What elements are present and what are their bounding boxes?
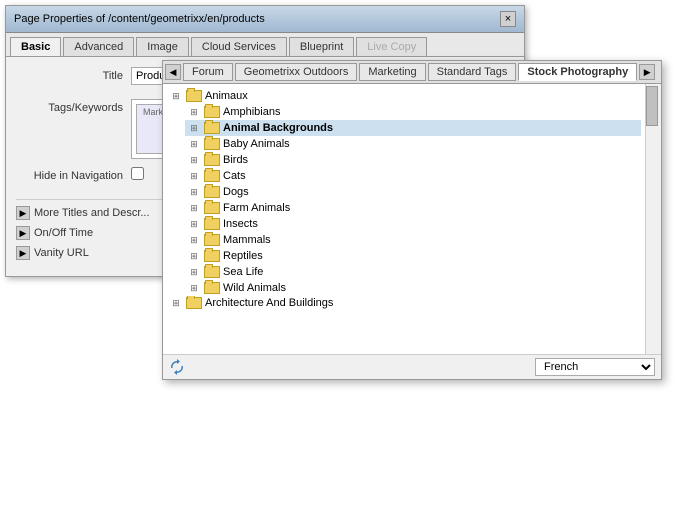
- tree-item-insects[interactable]: ⊞ Insects: [185, 216, 641, 232]
- tab-live-copy: Live Copy: [356, 37, 427, 56]
- tree-label-farm-animals: Farm Animals: [223, 202, 290, 214]
- language-selector: French English German Spanish: [535, 358, 655, 376]
- dialog-title: Page Properties of /content/geometrixx/e…: [14, 13, 265, 25]
- tree-label-animal-backgrounds: Animal Backgrounds: [223, 122, 333, 134]
- vanity-url-label: Vanity URL: [34, 247, 89, 259]
- tree-label-mammals: Mammals: [223, 234, 271, 246]
- tree-item-wild-animals[interactable]: ⊞ Wild Animals: [185, 280, 641, 296]
- tree-label-architecture: Architecture And Buildings: [205, 297, 333, 309]
- tree-item-amphibians[interactable]: ⊞ Amphibians: [185, 104, 641, 120]
- tree-label-insects: Insects: [223, 218, 258, 230]
- expand-amphibians[interactable]: ⊞: [187, 105, 201, 119]
- expand-dogs[interactable]: ⊞: [187, 185, 201, 199]
- tb-tab-standard[interactable]: Standard Tags: [428, 63, 517, 81]
- more-titles-label: More Titles and Descr...: [34, 207, 150, 219]
- expand-mammals[interactable]: ⊞: [187, 233, 201, 247]
- tag-browser-tab-bar: ◀ Forum Geometrixx Outdoors Marketing St…: [163, 61, 661, 84]
- dialog-title-bar: Page Properties of /content/geometrixx/e…: [6, 6, 524, 33]
- folder-icon-dogs: [204, 186, 220, 198]
- tag-browser-next[interactable]: ▶: [639, 64, 655, 80]
- vanity-url-arrow[interactable]: ▶: [16, 246, 30, 260]
- language-dropdown[interactable]: French English German Spanish: [535, 358, 655, 376]
- more-titles-arrow[interactable]: ▶: [16, 206, 30, 220]
- tree-item-mammals[interactable]: ⊞ Mammals: [185, 232, 641, 248]
- folder-icon-wild-animals: [204, 282, 220, 294]
- dialog-tab-bar: Basic Advanced Image Cloud Services Blue…: [6, 33, 524, 57]
- close-button[interactable]: ×: [500, 11, 516, 27]
- refresh-icon[interactable]: [169, 359, 185, 375]
- tree-label-wild-animals: Wild Animals: [223, 282, 286, 294]
- tree-item-architecture[interactable]: ⊞ Architecture And Buildings: [167, 296, 641, 310]
- tree-label-baby-animals: Baby Animals: [223, 138, 290, 150]
- tb-tab-geometrixx[interactable]: Geometrixx Outdoors: [235, 63, 358, 81]
- tree-item-baby-animals[interactable]: ⊞ Baby Animals: [185, 136, 641, 152]
- tree-label-reptiles: Reptiles: [223, 250, 263, 262]
- expand-birds[interactable]: ⊞: [187, 153, 201, 167]
- folder-icon-architecture: [186, 297, 202, 309]
- expand-cats[interactable]: ⊞: [187, 169, 201, 183]
- expand-sea-life[interactable]: ⊞: [187, 265, 201, 279]
- tree-item-sea-life[interactable]: ⊞ Sea Life: [185, 264, 641, 280]
- tag-browser-prev[interactable]: ◀: [165, 64, 181, 80]
- tab-advanced[interactable]: Advanced: [63, 37, 134, 56]
- folder-icon-birds: [204, 154, 220, 166]
- onoff-time-label: On/Off Time: [34, 227, 93, 239]
- expand-wild-animals[interactable]: ⊞: [187, 281, 201, 295]
- folder-icon-reptiles: [204, 250, 220, 262]
- tree-item-reptiles[interactable]: ⊞ Reptiles: [185, 248, 641, 264]
- expand-reptiles[interactable]: ⊞: [187, 249, 201, 263]
- tab-cloud-services[interactable]: Cloud Services: [191, 37, 287, 56]
- tree-label-animaux: Animaux: [205, 90, 248, 102]
- tag-tree-scrollbar-track: [646, 84, 660, 354]
- animaux-children: ⊞ Amphibians ⊞ Animal Backgrounds ⊞ Baby…: [167, 104, 641, 296]
- tb-tab-marketing[interactable]: Marketing: [359, 63, 425, 81]
- folder-icon-animaux: [186, 90, 202, 102]
- tree-item-farm-animals[interactable]: ⊞ Farm Animals: [185, 200, 641, 216]
- tags-label: Tags/Keywords: [16, 99, 131, 114]
- tab-basic[interactable]: Basic: [10, 37, 61, 56]
- tag-browser-body: ⊞ Animaux ⊞ Amphibians ⊞ Animal Backgrou…: [163, 84, 661, 354]
- hide-nav-checkbox[interactable]: [131, 167, 144, 180]
- tree-label-dogs: Dogs: [223, 186, 249, 198]
- folder-icon-insects: [204, 218, 220, 230]
- tag-tree-scrollbar-thumb[interactable]: [646, 86, 658, 126]
- tag-browser-footer: French English German Spanish: [163, 354, 661, 379]
- title-label: Title: [16, 67, 131, 82]
- onoff-time-arrow[interactable]: ▶: [16, 226, 30, 240]
- tag-tree-scrollbar: [645, 84, 661, 354]
- expand-animaux[interactable]: ⊞: [169, 89, 183, 103]
- expand-farm-animals[interactable]: ⊞: [187, 201, 201, 215]
- folder-icon-sea-life: [204, 266, 220, 278]
- tree-item-animaux[interactable]: ⊞ Animaux: [167, 88, 641, 104]
- tree-item-dogs[interactable]: ⊞ Dogs: [185, 184, 641, 200]
- tag-browser-panel: ◀ Forum Geometrixx Outdoors Marketing St…: [162, 60, 662, 380]
- tree-label-amphibians: Amphibians: [223, 106, 280, 118]
- tree-item-animal-backgrounds[interactable]: ⊞ Animal Backgrounds: [185, 120, 641, 136]
- expand-animal-backgrounds[interactable]: ⊞: [187, 121, 201, 135]
- tb-tab-stock-photography[interactable]: Stock Photography: [518, 63, 637, 81]
- tb-tab-forum[interactable]: Forum: [183, 63, 233, 81]
- expand-baby-animals[interactable]: ⊞: [187, 137, 201, 151]
- tree-item-birds[interactable]: ⊞ Birds: [185, 152, 641, 168]
- folder-icon-animal-backgrounds: [204, 122, 220, 134]
- tree-item-cats[interactable]: ⊞ Cats: [185, 168, 641, 184]
- tree-label-birds: Birds: [223, 154, 248, 166]
- folder-icon-farm-animals: [204, 202, 220, 214]
- folder-icon-cats: [204, 170, 220, 182]
- hide-nav-label: Hide in Navigation: [16, 167, 131, 182]
- tree-label-cats: Cats: [223, 170, 246, 182]
- expand-insects[interactable]: ⊞: [187, 217, 201, 231]
- folder-icon-baby-animals: [204, 138, 220, 150]
- folder-icon-mammals: [204, 234, 220, 246]
- folder-icon-amphibians: [204, 106, 220, 118]
- tab-blueprint[interactable]: Blueprint: [289, 37, 354, 56]
- tag-tree: ⊞ Animaux ⊞ Amphibians ⊞ Animal Backgrou…: [163, 84, 645, 354]
- tree-label-sea-life: Sea Life: [223, 266, 263, 278]
- tab-image[interactable]: Image: [136, 37, 189, 56]
- expand-architecture[interactable]: ⊞: [169, 296, 183, 310]
